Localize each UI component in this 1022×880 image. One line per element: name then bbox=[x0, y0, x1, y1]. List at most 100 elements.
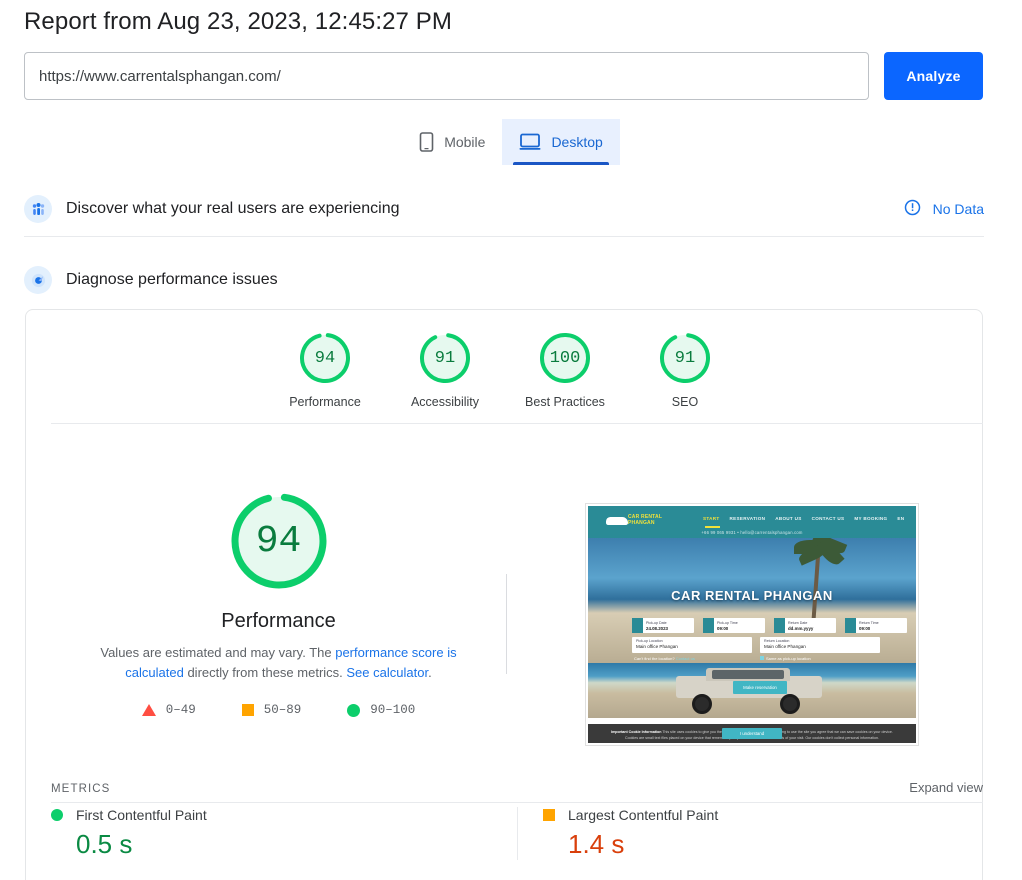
logo-line-2: PHANGAN bbox=[628, 520, 662, 526]
expand-view-button[interactable]: Expand view bbox=[909, 780, 983, 795]
cookie-banner: Important Cookie Information This site u… bbox=[588, 724, 916, 743]
performance-description: Values are estimated and may vary. The p… bbox=[79, 643, 479, 683]
final-screenshot: CAR RENTAL PHANGAN START RESERVATION ABO… bbox=[585, 503, 919, 746]
booking-location-fields: Pick-up Location Main office Phangan Ret… bbox=[632, 637, 880, 653]
score-gauge-best-practices[interactable]: 100 Best Practices bbox=[505, 332, 625, 409]
lighthouse-card: 94 Performance 91 Accessibility bbox=[25, 309, 983, 880]
lab-data-row: Diagnose performance issues bbox=[24, 262, 984, 298]
tab-desktop[interactable]: Desktop bbox=[502, 119, 619, 165]
url-input[interactable] bbox=[24, 52, 869, 100]
booking-date-fields: Pick-up Date24.08.2023 Pick-up Time09:00… bbox=[632, 618, 907, 633]
site-beach-section: Make reservation bbox=[588, 663, 916, 718]
pickup-location-select: Pick-up Location Main office Phangan bbox=[632, 637, 752, 653]
performance-gauge: 94 bbox=[228, 490, 330, 592]
field-value: 24.08.2023 bbox=[646, 626, 668, 631]
score-gauge-performance[interactable]: 94 Performance bbox=[265, 332, 385, 409]
nav-item-booking: MY BOOKING bbox=[854, 516, 887, 521]
pickup-time-field: Pick-up Time09:00 bbox=[703, 618, 765, 633]
score-legend: 0–49 50–89 90–100 bbox=[26, 703, 531, 717]
performance-summary: 94 Performance Values are estimated and … bbox=[26, 490, 531, 717]
calendar-icon bbox=[774, 618, 785, 633]
site-logo: CAR RENTAL PHANGAN bbox=[628, 514, 662, 526]
see-calculator-link[interactable]: See calculator bbox=[346, 665, 428, 680]
clock-icon bbox=[845, 618, 856, 633]
field-data-title: Discover what your real users are experi… bbox=[66, 200, 399, 218]
metric-first-contentful-paint[interactable]: First Contentful Paint 0.5 s bbox=[51, 807, 517, 860]
metric-value: 1.4 s bbox=[568, 829, 983, 860]
gauge-ring: 91 bbox=[419, 332, 471, 384]
same-as-pickup-checkbox: Same as pick-up location bbox=[760, 656, 811, 661]
field-data-icon bbox=[24, 195, 52, 223]
select-label: Return Location bbox=[764, 639, 789, 643]
desktop-icon bbox=[519, 133, 541, 151]
field-label: Return Time bbox=[859, 621, 879, 625]
metrics-label: METRICS bbox=[51, 783, 110, 795]
desc-text-2: directly from these metrics. bbox=[184, 665, 347, 680]
site-contact-line: +66 99 065 9931 • hello@carrentalsphanga… bbox=[588, 530, 916, 535]
metrics-grid: First Contentful Paint 0.5 s Largest Con… bbox=[51, 807, 983, 860]
triangle-icon bbox=[142, 704, 156, 716]
cant-find-label: Can't find the location? bbox=[634, 656, 675, 661]
nav-item-reservation: RESERVATION bbox=[729, 516, 765, 521]
site-header: CAR RENTAL PHANGAN START RESERVATION ABO… bbox=[588, 506, 916, 538]
make-reservation-button: Make reservation bbox=[733, 681, 787, 694]
site-nav: START RESERVATION ABOUT US CONTACT US MY… bbox=[703, 516, 904, 521]
gauge-ring: 94 bbox=[299, 332, 351, 384]
nav-item-lang: EN bbox=[897, 516, 904, 521]
metrics-divider bbox=[51, 802, 983, 803]
score-label: Performance bbox=[289, 395, 361, 409]
metric-value: 0.5 s bbox=[76, 829, 492, 860]
score-gauge-accessibility[interactable]: 91 Accessibility bbox=[385, 332, 505, 409]
metric-name: Largest Contentful Paint bbox=[568, 807, 718, 823]
legend-range: 0–49 bbox=[166, 703, 196, 717]
score-label: Best Practices bbox=[525, 395, 605, 409]
field-value: dd.mm.yyyy bbox=[788, 626, 813, 631]
performance-title: Performance bbox=[26, 610, 531, 633]
nav-item-about: ABOUT US bbox=[775, 516, 801, 521]
return-location-select: Return Location Main office Phangan bbox=[760, 637, 880, 653]
site-preview: CAR RENTAL PHANGAN START RESERVATION ABO… bbox=[586, 504, 918, 745]
lab-data-title: Diagnose performance issues bbox=[66, 271, 278, 289]
square-icon bbox=[242, 704, 254, 716]
metric-largest-contentful-paint[interactable]: Largest Contentful Paint 1.4 s bbox=[517, 807, 983, 860]
score-value: 91 bbox=[419, 332, 471, 384]
select-value: Main office Phangan bbox=[764, 644, 876, 649]
field-label: Pick-up Date bbox=[646, 621, 667, 625]
nav-item-start: START bbox=[703, 516, 719, 521]
select-label: Pick-up Location bbox=[636, 639, 663, 643]
tab-mobile[interactable]: Mobile bbox=[402, 119, 502, 165]
site-hero: CAR RENTAL PHANGAN Pick-up Date24.08.202… bbox=[588, 538, 916, 663]
tab-desktop-label: Desktop bbox=[551, 134, 602, 150]
score-gauge-seo[interactable]: 91 SEO bbox=[625, 332, 745, 409]
same-as-pickup-label: Same as pick-up location bbox=[766, 656, 811, 661]
category-score-row: 94 Performance 91 Accessibility bbox=[26, 332, 984, 409]
info-icon bbox=[904, 199, 921, 219]
clock-icon bbox=[703, 618, 714, 633]
circle-icon bbox=[347, 704, 360, 717]
page-title: Report from Aug 23, 2023, 12:45:27 PM bbox=[24, 8, 452, 36]
metrics-header: METRICS Expand view bbox=[51, 780, 983, 795]
no-data-status[interactable]: No Data bbox=[904, 199, 984, 219]
desc-text-3: . bbox=[428, 665, 432, 680]
legend-range: 50–89 bbox=[264, 703, 302, 717]
gauge-ring: 91 bbox=[659, 332, 711, 384]
nav-item-contact: CONTACT US bbox=[812, 516, 845, 521]
score-value: 100 bbox=[539, 332, 591, 384]
contact-us-link: Contact us bbox=[676, 656, 695, 661]
nav-active-underline bbox=[705, 526, 720, 528]
analyze-button[interactable]: Analyze bbox=[884, 52, 983, 100]
field-label: Pick-up Time bbox=[717, 621, 738, 625]
calendar-icon bbox=[632, 618, 643, 633]
cant-find-location-text: Can't find the location? Contact us bbox=[634, 656, 695, 661]
legend-item-average: 50–89 bbox=[242, 703, 302, 717]
select-value: Main office Phangan bbox=[636, 644, 748, 649]
average-square-icon bbox=[543, 809, 555, 821]
gauge-icon bbox=[24, 266, 52, 294]
card-divider bbox=[51, 423, 983, 424]
cookie-title: Important Cookie Information bbox=[611, 730, 661, 734]
section-divider bbox=[24, 236, 984, 237]
car-logo-icon bbox=[606, 517, 628, 525]
legend-item-fail: 0–49 bbox=[142, 703, 196, 717]
score-value: 94 bbox=[299, 332, 351, 384]
legend-range: 90–100 bbox=[370, 703, 415, 717]
